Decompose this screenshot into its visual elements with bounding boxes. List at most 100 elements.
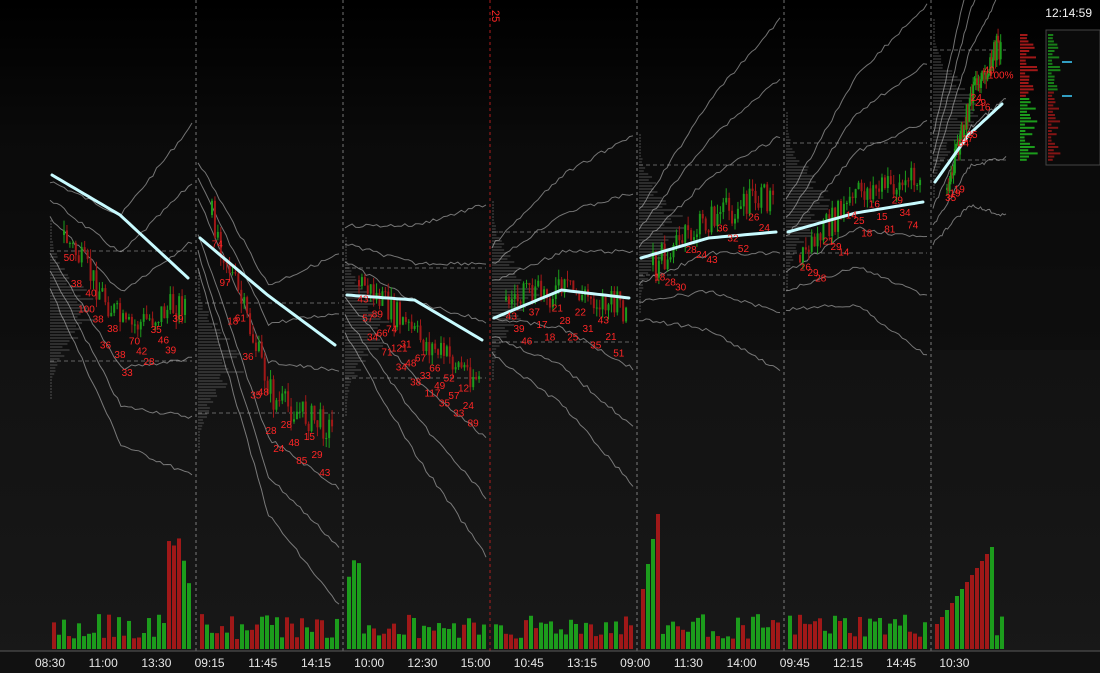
volume-bar [167,541,171,649]
trade-label: 31 [583,324,595,335]
candle-body [772,190,775,195]
trade-label: 46 [521,337,533,348]
candle-body [748,188,751,214]
trade-label: 28 [281,420,293,431]
volume-bar [960,589,964,649]
volume-bar [985,554,989,649]
ladder-bar [1048,62,1053,65]
trade-label: 17 [537,320,549,331]
ladder-bar [1048,155,1055,158]
ladder-bar [1048,114,1055,116]
volume-bar [280,637,284,649]
volume-bar [230,616,234,649]
volume-bar [908,631,912,649]
volume-bar [549,621,553,649]
candle-body [622,300,625,322]
candle-body [275,400,278,410]
candle-body [968,103,971,122]
candle-body [393,297,396,328]
candle-body [369,284,372,294]
ladder-bar [1020,62,1027,65]
volume-bar [539,622,543,649]
candle-body [845,202,848,204]
x-tick-label: 11:45 [248,656,277,670]
volume-bar [270,624,274,649]
trade-label: 25 [567,333,579,344]
ladder-bar [1048,56,1060,59]
trade-label: 66 [429,364,441,375]
candle-body [448,346,451,357]
ladder-bar [1020,133,1033,136]
volume-bar [873,621,877,649]
volume-bar [594,636,598,649]
candle-body [537,280,540,287]
trade-label: 38 [114,350,126,361]
candle-body [693,237,695,240]
volume-bar [187,583,191,649]
ladder-bar [1048,126,1059,129]
candle-body [401,317,404,325]
ladder-bar [1020,72,1026,75]
candle-body [68,242,71,244]
trade-label: 28 [266,426,278,437]
candle-body [331,419,334,427]
candle-body [101,288,104,292]
candle-body [422,340,425,352]
candle-body [825,214,828,220]
x-tick-label: 12:15 [833,656,863,670]
volume-bar [122,635,126,649]
volume-bar [215,633,219,649]
candle-body [307,423,310,432]
volume-bar [504,633,508,649]
x-tick-label: 10:30 [939,656,969,670]
candle-body [404,317,407,322]
volume-bar [995,635,999,649]
volume-bar [457,637,461,649]
volume-bar [519,637,523,649]
candle-body [125,313,127,320]
volume-bar [482,624,486,649]
ladder-bar [1020,158,1027,161]
candle-body [883,177,886,189]
volume-bar [970,575,974,649]
volume-bar [584,622,588,649]
volume-bar [651,539,655,649]
volume-bar [833,615,837,649]
candle-body [840,201,842,218]
candle-body [80,247,83,263]
trade-label: 39 [172,314,184,325]
candle-body [566,279,569,281]
candle-body [127,316,130,320]
volume-bar [646,564,650,649]
candle-body [810,236,813,252]
volume-bar [157,614,161,649]
volume-bar [447,628,451,649]
trade-label: 25 [967,130,979,141]
ladder-bar [1048,69,1061,72]
candle-body [77,255,80,263]
volume-bar [629,625,633,649]
trade-label: 32 [727,234,739,245]
candle-body [952,173,955,176]
trade-label: 21 [552,303,564,314]
volume-bar [736,617,740,649]
ladder-bar [1020,78,1030,81]
candle-body [425,341,428,352]
trade-label: 35 [590,341,602,352]
ladder-bar [1020,130,1026,132]
ladder-bar [1048,158,1053,161]
volume-bar [691,621,695,649]
volume-bar [813,621,817,649]
candle-body [293,419,295,422]
volume-bar [923,622,927,649]
volume-bar [1000,616,1004,649]
price-chart[interactable]: 2550381004038363838337042283546393974971… [0,0,1100,673]
ladder-bar [1020,146,1035,148]
volume-bar [172,545,176,649]
volume-bar [372,628,376,649]
ladder-bar [1020,152,1038,155]
volume-bar [177,538,181,649]
volume-bar [828,633,832,649]
deviation-band [491,351,634,487]
volume-bar [285,617,289,649]
